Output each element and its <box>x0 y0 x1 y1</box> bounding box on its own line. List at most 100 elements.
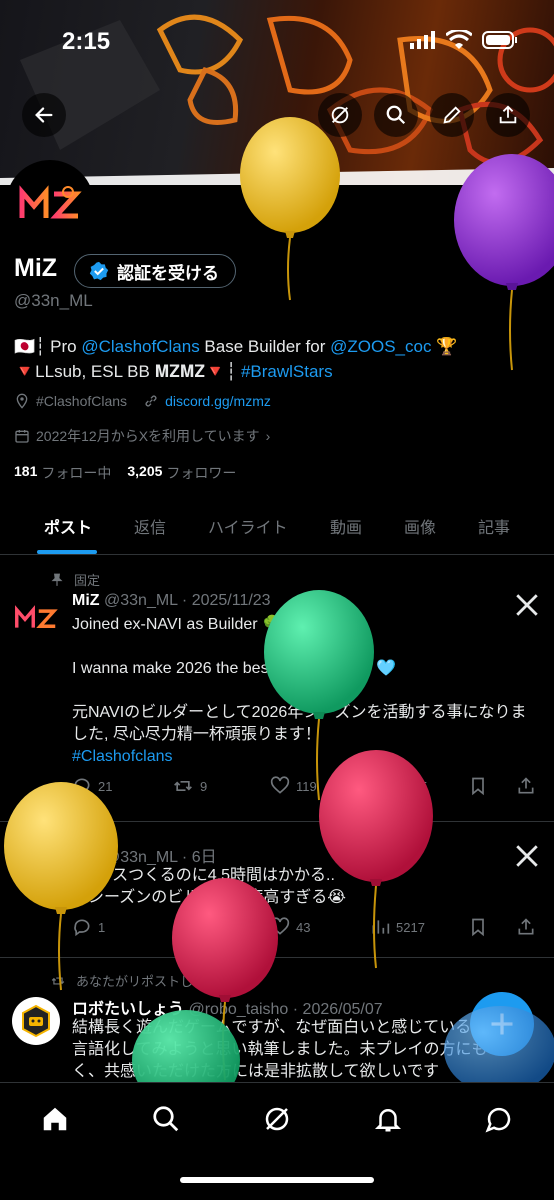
post-avatar[interactable] <box>12 997 60 1045</box>
share-post-button[interactable] <box>516 776 536 796</box>
post-line: 今シーズンのビルド難易度高すぎる😭 <box>72 889 346 906</box>
nav-search[interactable] <box>146 1099 186 1139</box>
post-item[interactable]: 固定 MiZ @33n_ML · 2025/11/23 Joined ex-NA… <box>0 556 554 822</box>
profile-joined-row[interactable]: 2022年12月からXを利用しています › <box>14 426 270 446</box>
mention-link-clashofclans[interactable]: @ClashofClans <box>81 337 199 356</box>
bio-separator: ┆ <box>35 337 46 356</box>
share-button[interactable] <box>486 93 530 137</box>
profile-handle: @33n_ML <box>14 291 93 310</box>
nav-home[interactable] <box>35 1099 75 1139</box>
edit-button[interactable] <box>430 93 474 137</box>
post-line <box>72 636 542 658</box>
post-item[interactable]: MiZ @33n_ML · 6日 1ベースつくるのに4,5時間はかかる.. 今シ… <box>0 823 554 958</box>
post-line: した, 尽心尽力精一杯頑張ります！ <box>72 726 321 743</box>
status-icons <box>410 30 518 50</box>
bookmark-button[interactable] <box>468 776 488 796</box>
tab-replies[interactable]: 返信 <box>134 514 166 538</box>
followers-count[interactable]: 3,205 <box>127 463 162 483</box>
profile-website-link[interactable]: discord.gg/mzmz <box>165 393 271 409</box>
repost-button[interactable]: 9 <box>172 776 207 796</box>
hashtag-link-brawlstars[interactable]: #BrawlStars <box>241 362 333 381</box>
reply-count: 21 <box>98 778 113 794</box>
robot-avatar-icon <box>22 1004 50 1038</box>
chevron-right-icon: › <box>265 428 271 444</box>
follow-stats: 181 フォロー中 3,205 フォロワー <box>14 463 236 483</box>
link-icon <box>145 395 157 407</box>
profile-bio: 🇯🇵┆ Pro @ClashofClans Base Builder for @… <box>14 334 544 384</box>
views-button[interactable]: 1.6万 <box>370 776 427 796</box>
profile-joined: 2022年12月からXを利用しています <box>36 428 260 444</box>
repost-button[interactable] <box>172 917 194 937</box>
repost-label: あなたがリポストしました <box>76 974 233 989</box>
post-actions: 1 43 5217 <box>72 917 542 941</box>
nav-messages[interactable] <box>479 1099 519 1139</box>
post-author-name[interactable]: ロボたいしょう <box>72 1001 184 1018</box>
views-icon <box>372 920 390 934</box>
post-avatar[interactable] <box>12 594 60 642</box>
back-arrow-icon <box>35 107 53 123</box>
like-button[interactable]: 119 <box>270 776 317 796</box>
profile-location: #ClashofClans <box>36 393 128 409</box>
hashtag-link-clashofclans[interactable]: #Clashofclans <box>72 746 542 768</box>
post-handle-date: @33n_ML · 2025/11/23 <box>104 592 271 609</box>
nav-grok[interactable] <box>257 1099 297 1139</box>
views-count: 5217 <box>396 919 425 935</box>
nav-notifications[interactable] <box>368 1099 408 1139</box>
mention-link-zoos[interactable]: @ZOOS_coc <box>330 337 431 356</box>
grok-button[interactable] <box>318 93 362 137</box>
like-count: 119 <box>296 778 317 794</box>
share-post-button[interactable] <box>516 917 536 937</box>
post-text: 1ベースつくるのに4,5時間はかかる.. 今シーズンのビルド難易度高すぎる😭 <box>72 865 542 909</box>
post-line: く、共感いただけた方には是非拡散して欲しいです <box>72 1063 440 1080</box>
compose-button[interactable] <box>470 992 534 1056</box>
pin-icon <box>51 573 63 586</box>
bio-text: Base Builder for <box>199 337 331 356</box>
profile-tabs: ポスト 返信 ハイライト 動画 画像 記事 <box>0 500 554 555</box>
share-icon <box>499 105 517 124</box>
repost-indicator: あなたがリポストしました <box>50 971 232 990</box>
repost-icon <box>174 922 192 932</box>
location-icon <box>16 393 28 409</box>
tab-posts[interactable]: ポスト <box>44 514 92 538</box>
post-avatar[interactable] <box>12 845 60 893</box>
followers-label[interactable]: フォロワー <box>166 463 236 483</box>
miz-logo-icon <box>19 185 82 219</box>
bio-text: Pro <box>45 337 82 356</box>
reply-button[interactable]: 1 <box>72 917 105 937</box>
tab-images[interactable]: 画像 <box>404 514 436 538</box>
bookmark-button[interactable] <box>468 917 488 937</box>
tab-videos[interactable]: 動画 <box>330 514 362 538</box>
like-button[interactable]: 43 <box>270 917 310 937</box>
bio-text-bold: 𝐌𝐙𝐌𝐙 <box>154 362 205 381</box>
reply-button[interactable]: 21 <box>72 776 112 796</box>
following-label[interactable]: フォロー中 <box>41 463 111 483</box>
post-line: Joined ex-NAVI as Builder 🌳🌳 <box>72 616 302 633</box>
get-verified-button[interactable]: 認証を受ける <box>74 254 236 288</box>
following-count[interactable]: 181 <box>14 463 37 483</box>
bio-trophy: 🏆 <box>431 337 458 356</box>
profile-name: MiZ <box>14 254 58 282</box>
post-line <box>72 680 542 702</box>
messages-icon <box>485 1107 511 1133</box>
bio-line-1: 🇯🇵┆ Pro @ClashofClans Base Builder for @… <box>14 334 544 359</box>
notifications-icon <box>374 1109 402 1132</box>
back-button[interactable] <box>22 93 66 137</box>
post-handle-date: @robo_taisho · 2026/05/07 <box>188 1001 383 1018</box>
search-icon <box>153 1106 179 1132</box>
views-button[interactable]: 5217 <box>370 917 425 937</box>
bio-text: 🔻LLsub, ESL BB <box>14 362 155 381</box>
post-author-name[interactable]: MiZ <box>72 849 100 866</box>
search-icon <box>386 105 406 125</box>
profile-meta-row: #ClashofClans discord.gg/mzmz <box>14 393 271 409</box>
battery-icon <box>482 31 517 49</box>
tab-highlights[interactable]: ハイライト <box>208 514 288 538</box>
post-line: 言語化してみようと思い執筆しました。未プレイの方にも <box>72 1041 488 1058</box>
post-header: ロボたいしょう @robo_taisho · 2026/05/07 <box>72 995 383 1019</box>
tab-articles[interactable]: 記事 <box>478 514 510 538</box>
post-author-name[interactable]: MiZ <box>72 592 100 609</box>
profile-avatar[interactable] <box>6 160 94 248</box>
wifi-icon <box>446 30 472 49</box>
post-handle-date: @33n_ML · 6日 <box>104 849 217 866</box>
search-button[interactable] <box>374 93 418 137</box>
like-count: 43 <box>296 919 311 935</box>
